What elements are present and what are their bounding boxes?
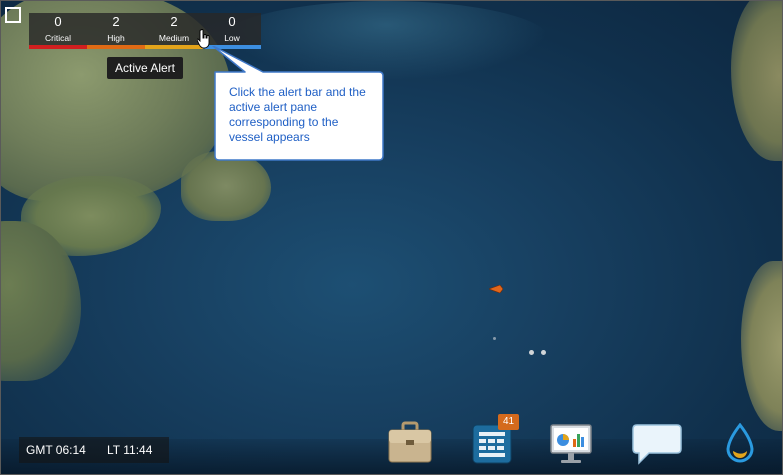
dashboard-monitor-icon[interactable] — [549, 423, 593, 467]
island-light — [541, 350, 546, 355]
island-light — [493, 337, 496, 340]
callout-text: Click the alert bar and the active alert… — [229, 85, 366, 144]
alert-count: 2 — [170, 14, 178, 29]
alert-low[interactable]: 0 Low — [203, 13, 261, 49]
vessel-marker[interactable] — [489, 285, 503, 293]
active-alert-tooltip: Active Alert — [107, 57, 183, 79]
alert-bar[interactable]: 0 Critical 2 High 2 Medium 0 Low — [29, 13, 261, 49]
chat-icon[interactable] — [631, 423, 683, 467]
alert-severity-bar — [29, 45, 87, 49]
alert-label: High — [107, 33, 125, 43]
fullscreen-icon[interactable] — [4, 6, 22, 24]
map-view[interactable]: 0 Critical 2 High 2 Medium 0 Low Active … — [0, 0, 783, 475]
island-light — [529, 350, 534, 355]
land-iberia — [741, 261, 782, 431]
alert-severity-bar — [145, 45, 203, 49]
alert-label: Critical — [45, 33, 71, 43]
clock-display: GMT 06:14 LT 11:44 — [19, 437, 169, 463]
land-ireland — [731, 1, 782, 161]
water-drop-icon[interactable] — [721, 423, 759, 467]
alert-count: 0 — [228, 14, 236, 29]
gmt-time: GMT 06:14 — [26, 443, 86, 457]
alert-label: Medium — [158, 33, 190, 43]
alert-severity-bar — [87, 45, 145, 49]
alert-high[interactable]: 2 High — [87, 13, 145, 49]
alert-critical[interactable]: 0 Critical — [29, 13, 87, 49]
alert-medium[interactable]: 2 Medium — [145, 13, 203, 49]
hand-cursor-icon — [197, 29, 210, 49]
alert-count: 0 — [54, 14, 62, 29]
alert-label: Low — [224, 33, 240, 43]
local-time: LT 11:44 — [107, 443, 153, 457]
alert-count: 2 — [112, 14, 120, 29]
briefcase-icon[interactable] — [387, 421, 433, 465]
notification-badge: 41 — [498, 414, 519, 430]
